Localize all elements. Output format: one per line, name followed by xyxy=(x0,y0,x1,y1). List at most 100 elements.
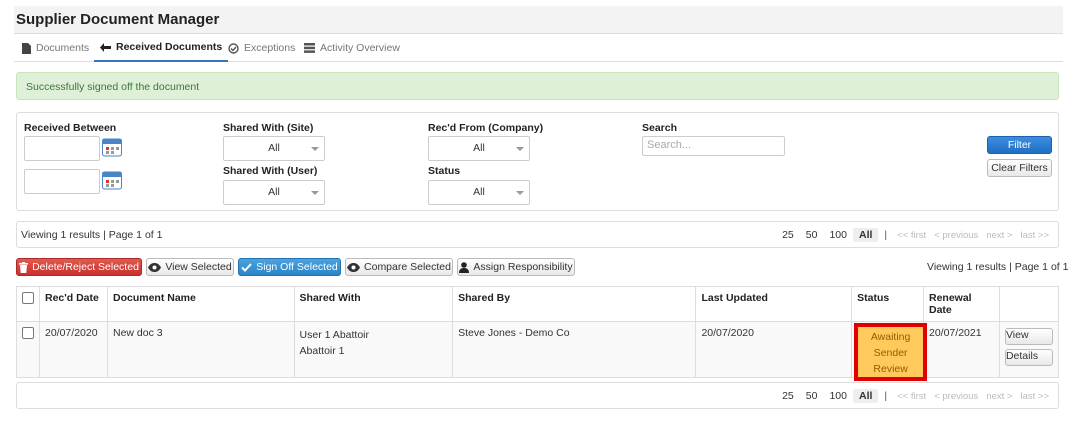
search-input[interactable]: Search... xyxy=(642,136,785,156)
status-line: Awaiting xyxy=(870,331,911,343)
shared-with-user: User 1 Abattoir xyxy=(299,329,369,341)
trash-icon xyxy=(19,261,29,273)
select-value: All xyxy=(473,186,485,198)
button-label: Compare Selected xyxy=(364,261,451,273)
tab-label: Received Documents xyxy=(116,41,223,53)
tab-activity-overview[interactable]: Activity Overview xyxy=(298,34,406,62)
page-size-all[interactable]: All xyxy=(853,228,879,242)
tab-received-documents[interactable]: Received Documents xyxy=(94,34,229,62)
page-size-50[interactable]: 50 xyxy=(800,228,824,242)
button-label: View Selected xyxy=(165,261,232,273)
checkmark-icon xyxy=(241,262,252,272)
sign-off-selected-button[interactable]: Sign Off Selected xyxy=(238,258,341,276)
status-badge: Awaiting Sender Review xyxy=(854,323,928,381)
row-actions-cell: View Details xyxy=(998,321,1060,378)
row-select-cell xyxy=(16,321,40,378)
tab-bar: Documents Received Documents Exceptions … xyxy=(14,34,1063,62)
received-between-label: Received Between xyxy=(24,122,117,134)
column-header[interactable]: Document Name xyxy=(106,286,295,322)
last-page-link[interactable]: last >> xyxy=(1016,230,1053,241)
arrow-left-icon xyxy=(100,42,111,52)
user-icon xyxy=(459,261,470,273)
last-page-link[interactable]: last >> xyxy=(1016,391,1053,402)
shared-with-user-select[interactable]: All xyxy=(223,180,325,205)
recd-date-cell: 20/07/2020 xyxy=(39,321,108,378)
shared-with-cell: User 1 Abattoir Abattoir 1 xyxy=(293,321,454,378)
row-checkbox[interactable] xyxy=(22,327,34,339)
button-label: Details xyxy=(1005,350,1039,362)
first-page-link[interactable]: << first xyxy=(893,230,930,241)
received-from-date-input[interactable] xyxy=(24,136,100,161)
column-header[interactable]: Last Updated xyxy=(695,286,853,322)
details-button[interactable]: Details xyxy=(1004,349,1053,366)
check-circle-icon xyxy=(228,42,239,54)
page-size-25[interactable]: 25 xyxy=(776,389,800,403)
shared-with-user-label: Shared With (User) xyxy=(223,165,318,177)
eye-icon xyxy=(347,262,361,272)
button-label: Sign Off Selected xyxy=(256,261,338,273)
success-alert: Successfully signed off the document xyxy=(16,72,1059,100)
calendar-icon[interactable] xyxy=(102,137,122,157)
clear-filters-label: Clear Filters xyxy=(991,162,1048,174)
page-size-25[interactable]: 25 xyxy=(776,228,800,242)
column-header[interactable]: Shared With xyxy=(293,286,454,322)
view-selected-button[interactable]: View Selected xyxy=(146,258,234,276)
calendar-icon[interactable] xyxy=(102,170,122,190)
viewing-results-text: Viewing 1 results | Page 1 of 1 xyxy=(21,229,163,241)
button-label: Assign Responsibility xyxy=(473,261,573,273)
column-header[interactable]: Shared By xyxy=(452,286,697,322)
tab-label: Exceptions xyxy=(244,42,296,54)
shared-with-site-select[interactable]: All xyxy=(223,136,325,161)
column-header[interactable]: Renewal Date xyxy=(923,286,1000,322)
status-select[interactable]: All xyxy=(428,180,530,205)
select-value: All xyxy=(268,186,280,198)
select-value: All xyxy=(473,142,485,154)
title-bar: Supplier Document Manager xyxy=(14,6,1063,34)
button-label: Delete/Reject Selected xyxy=(32,261,139,273)
select-value: All xyxy=(268,142,280,154)
page-size-100[interactable]: 100 xyxy=(823,228,853,242)
clear-filters-button[interactable]: Clear Filters xyxy=(987,159,1052,177)
column-header[interactable]: Status xyxy=(851,286,924,322)
tab-exceptions[interactable]: Exceptions xyxy=(222,34,301,62)
previous-page-link[interactable]: < previous xyxy=(930,391,982,402)
delete-reject-selected-button[interactable]: Delete/Reject Selected xyxy=(16,258,142,276)
status-line: Review xyxy=(873,363,908,375)
next-page-link[interactable]: next > xyxy=(982,391,1016,402)
filter-button[interactable]: Filter xyxy=(987,136,1052,154)
actions-header xyxy=(998,286,1060,322)
pager-separator: | xyxy=(884,390,888,402)
assign-responsibility-button[interactable]: Assign Responsibility xyxy=(457,258,575,276)
pagination: 25 50 100 All | << first < previous next… xyxy=(776,228,1053,242)
tab-label: Documents xyxy=(36,42,90,54)
page-size-100[interactable]: 100 xyxy=(823,389,853,403)
compare-selected-button[interactable]: Compare Selected xyxy=(345,258,453,276)
shared-with-site: Abattoir 1 xyxy=(299,345,345,357)
recd-from-company-select[interactable]: All xyxy=(428,136,530,161)
table-row: 20/07/2020 New doc 3 User 1 Abattoir Aba… xyxy=(16,321,1060,381)
chevron-down-icon xyxy=(311,191,319,195)
first-page-link[interactable]: << first xyxy=(893,391,930,402)
column-header[interactable]: Rec'd Date xyxy=(39,286,108,322)
page-size-all[interactable]: All xyxy=(853,389,879,403)
button-label: View xyxy=(1005,329,1029,341)
page-title: Supplier Document Manager xyxy=(16,11,220,28)
previous-page-link[interactable]: < previous xyxy=(930,230,982,241)
recd-from-company-label: Rec'd From (Company) xyxy=(428,122,544,134)
received-to-date-input[interactable] xyxy=(24,169,100,194)
tab-documents[interactable]: Documents xyxy=(16,34,95,62)
pager-bar-top: Viewing 1 results | Page 1 of 1 25 50 10… xyxy=(16,221,1059,248)
tab-label: Activity Overview xyxy=(320,42,400,54)
page-size-50[interactable]: 50 xyxy=(800,389,824,403)
chevron-down-icon xyxy=(516,147,524,151)
view-button[interactable]: View xyxy=(1004,328,1053,345)
filter-panel: Received Between Shared With (Site) All … xyxy=(16,112,1059,211)
status-cell: Awaiting Sender Review xyxy=(851,321,928,381)
shared-with-site-label: Shared With (Site) xyxy=(223,122,314,134)
search-placeholder: Search... xyxy=(647,139,692,151)
document-name-cell: New doc 3 xyxy=(106,321,295,378)
next-page-link[interactable]: next > xyxy=(982,230,1016,241)
status-line: Sender xyxy=(873,347,908,359)
select-all-checkbox[interactable] xyxy=(22,292,34,304)
status-label: Status xyxy=(428,165,461,177)
